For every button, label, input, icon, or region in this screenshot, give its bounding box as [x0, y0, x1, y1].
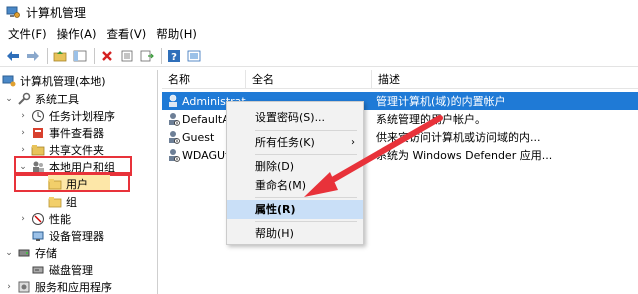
user-icon — [166, 112, 180, 126]
clock-icon — [31, 109, 45, 123]
toolbar: ? — [0, 45, 638, 67]
computer-management-icon — [6, 5, 20, 19]
menu-bar: 文件(F) 操作(A) 查看(V) 帮助(H) — [0, 25, 638, 44]
tree-item-event-viewer[interactable]: › 事件查看器 — [18, 124, 104, 141]
context-item-rename[interactable]: 重命名(M) — [227, 176, 363, 195]
back-icon[interactable] — [4, 47, 22, 65]
tree-item-storage[interactable]: ⌄ 存储 — [4, 244, 57, 261]
chevron-right-icon: › — [351, 137, 355, 148]
toolbar-separator — [94, 47, 95, 64]
computer-management-icon — [2, 74, 16, 88]
tree-label: 任务计划程序 — [49, 109, 115, 123]
context-item-set-password[interactable]: 设置密码(S)... — [227, 108, 363, 127]
show-hide-tree-icon[interactable] — [71, 47, 89, 65]
chevron-right-icon[interactable]: › — [4, 282, 14, 292]
help-icon[interactable]: ? — [165, 47, 183, 65]
tree-label: 事件查看器 — [49, 126, 104, 140]
tree-item-disk-management[interactable]: 磁盘管理 — [31, 261, 93, 278]
chevron-right-icon[interactable]: › — [18, 145, 28, 155]
tree-label: 设备管理器 — [49, 229, 104, 243]
chevron-right-icon[interactable]: › — [18, 111, 28, 121]
context-item-all-tasks[interactable]: 所有任务(K) › — [227, 133, 363, 152]
user-icon — [166, 130, 180, 144]
chevron-down-icon[interactable]: ⌄ — [4, 248, 14, 258]
tree-label: 性能 — [49, 212, 71, 226]
highlight-box-users — [14, 172, 130, 192]
list-header: 名称 全名 描述 — [162, 70, 638, 89]
forward-icon[interactable] — [24, 47, 42, 65]
context-item-delete[interactable]: 删除(D) — [227, 157, 363, 176]
tree-label: 存储 — [35, 246, 57, 260]
tree-item-root[interactable]: 计算机管理(本地) — [2, 72, 106, 89]
title-bar: 计算机管理 — [0, 0, 638, 24]
chevron-down-icon[interactable]: ⌄ — [4, 94, 14, 104]
chevron-right-icon[interactable]: › — [18, 128, 28, 138]
tree-item-services-apps[interactable]: › 服务和应用程序 — [4, 278, 112, 294]
chevron-right-icon[interactable]: › — [18, 214, 28, 224]
column-header-description[interactable]: 描述 — [372, 70, 638, 89]
tree-item-performance[interactable]: › 性能 — [18, 210, 71, 227]
event-viewer-icon — [31, 126, 45, 140]
user-icon — [166, 148, 180, 162]
tree-item-system-tools[interactable]: ⌄ 系统工具 — [4, 90, 79, 107]
delete-icon[interactable] — [98, 47, 116, 65]
toolbar-separator — [161, 47, 162, 64]
tree-label: 系统工具 — [35, 92, 79, 106]
context-separator — [255, 130, 357, 131]
context-separator — [255, 154, 357, 155]
cell-description: 供来宾访问计算机或访问域的内... — [376, 131, 541, 144]
navigation-tree: 计算机管理(本地) ⌄ 系统工具 › 任务计划程序 › 事件查看器 › 共享文件… — [0, 70, 158, 294]
cell-description: 系统管理的用户帐户。 — [376, 113, 486, 126]
tree-item-device-manager[interactable]: 设备管理器 — [31, 227, 104, 244]
storage-icon — [17, 246, 31, 260]
tree-label: 服务和应用程序 — [35, 280, 112, 294]
export-list-icon[interactable] — [138, 47, 156, 65]
performance-icon — [31, 212, 45, 226]
svg-text:?: ? — [171, 52, 177, 63]
context-separator — [255, 221, 357, 222]
folder-icon — [48, 195, 62, 209]
cell-description: 管理计算机(域)的内置帐户 — [376, 95, 506, 108]
cell-description: 系统为 Windows Defender 应用... — [376, 149, 553, 162]
window-title: 计算机管理 — [26, 5, 87, 20]
menu-file[interactable]: 文件(F) — [3, 25, 52, 44]
tree-label: 磁盘管理 — [49, 263, 93, 277]
user-name: Guest — [182, 130, 215, 144]
context-item-properties[interactable]: 属性(R) — [227, 200, 363, 219]
device-manager-icon — [31, 229, 45, 243]
view-icon[interactable] — [185, 47, 203, 65]
tree-item-task-scheduler[interactable]: › 任务计划程序 — [18, 107, 115, 124]
context-item-help[interactable]: 帮助(H) — [227, 224, 363, 243]
tree-item-groups[interactable]: 组 — [48, 193, 77, 210]
disk-icon — [31, 263, 45, 277]
column-header-name[interactable]: 名称 — [162, 70, 246, 89]
user-icon — [166, 94, 180, 108]
column-header-fullname[interactable]: 全名 — [246, 70, 372, 89]
up-folder-icon[interactable] — [51, 47, 69, 65]
menu-action[interactable]: 操作(A) — [52, 25, 102, 44]
services-icon — [17, 280, 31, 294]
tree-label: 计算机管理(本地) — [20, 74, 106, 88]
tree-label: 组 — [66, 195, 77, 209]
user-name: WDAGUt — [182, 148, 230, 162]
toolbar-separator — [47, 47, 48, 64]
context-separator — [255, 197, 357, 198]
context-item-label: 所有任务(K) — [255, 136, 315, 149]
context-menu: 设置密码(S)... 所有任务(K) › 删除(D) 重命名(M) 属性(R) … — [226, 101, 364, 245]
menu-view[interactable]: 查看(V) — [101, 25, 151, 44]
menu-help[interactable]: 帮助(H) — [151, 25, 202, 44]
properties-icon[interactable] — [118, 47, 136, 65]
shared-folder-icon — [31, 143, 45, 157]
tools-icon — [17, 92, 31, 106]
